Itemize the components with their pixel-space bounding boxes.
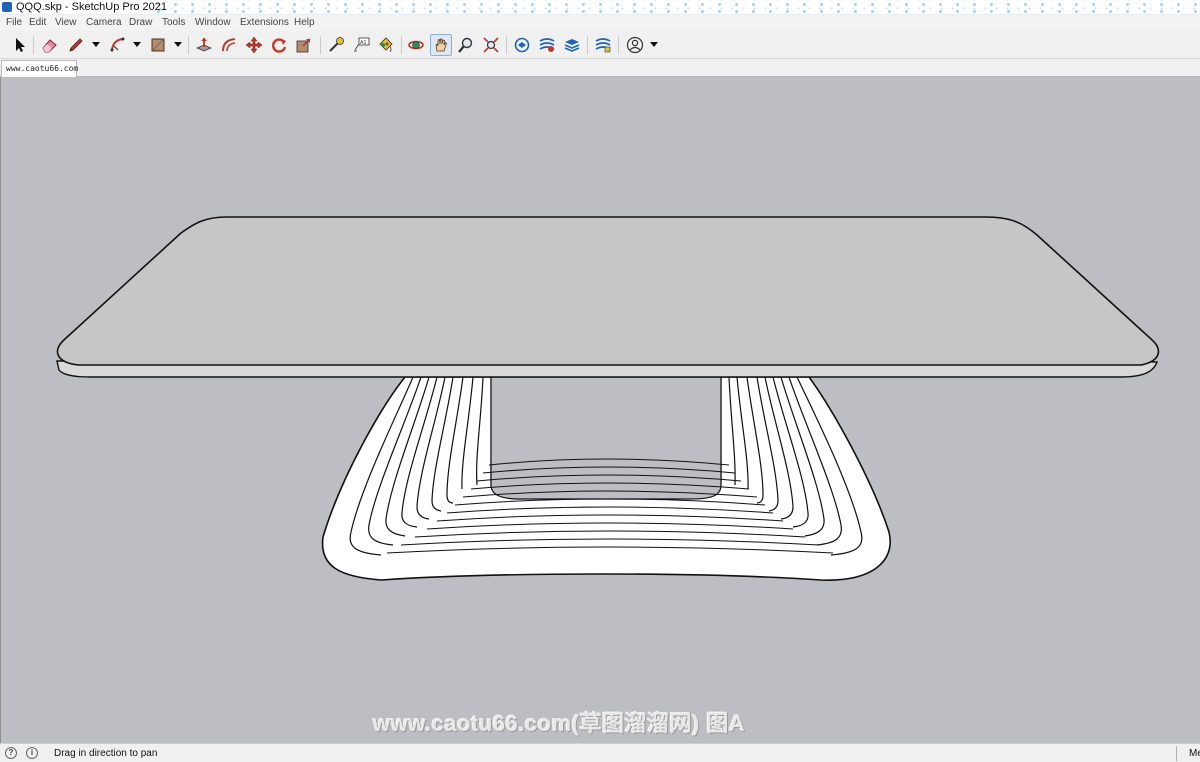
zoom-extents-tool-button[interactable] <box>480 34 502 56</box>
extension-warehouse-tool-button[interactable] <box>536 34 558 56</box>
text-tool-button[interactable]: A1 <box>350 34 372 56</box>
extension-manager-tool-button[interactable] <box>592 34 614 56</box>
shape-tool-dropdown[interactable] <box>174 42 182 47</box>
rotate-tool-button[interactable] <box>268 34 290 56</box>
arrow-cursor-icon <box>16 38 25 52</box>
extension-warehouse-icon <box>539 38 555 52</box>
modeling-viewport[interactable]: www.caotu66.com(草图溜溜网) 图A <box>0 77 1200 743</box>
menu-tools[interactable]: Tools <box>162 17 185 29</box>
title-bar: QQQ.skp - SketchUp Pro 2021 <box>0 0 1200 15</box>
zoom-tool-button[interactable] <box>455 34 477 56</box>
paint-bucket-tool-button[interactable] <box>374 34 396 56</box>
toolbar-separator <box>506 36 507 54</box>
measurements-label: Me <box>1189 748 1200 759</box>
menu-extensions[interactable]: Extensions <box>240 17 289 29</box>
select-tool-button[interactable] <box>8 34 30 56</box>
tabletop <box>56 216 1160 378</box>
table-base <box>321 376 891 581</box>
line-tool-dropdown[interactable] <box>92 42 100 47</box>
user-account-icon <box>626 36 644 54</box>
table-model <box>56 216 1160 581</box>
extension-manager-icon <box>595 38 611 53</box>
arc-icon <box>110 37 125 52</box>
menu-camera[interactable]: Camera <box>86 17 122 29</box>
shape-tool-button[interactable] <box>147 34 169 56</box>
toolbar-separator <box>33 36 34 54</box>
arc-tool-button[interactable] <box>107 34 129 56</box>
menu-edit[interactable]: Edit <box>29 17 46 29</box>
hand-icon <box>435 38 447 52</box>
main-toolbar: A1 <box>0 31 1200 59</box>
scene-tab[interactable]: www.caotu66.com <box>1 60 78 77</box>
offset-icon <box>222 38 236 52</box>
offset-tool-button[interactable] <box>218 34 240 56</box>
push-pull-tool-button[interactable] <box>193 34 215 56</box>
info-status-icon[interactable]: i <box>26 747 38 759</box>
title-bar-decoration <box>150 0 1200 14</box>
status-bar: ? i Drag in direction to pan Me <box>0 743 1200 762</box>
menu-view[interactable]: View <box>55 17 77 29</box>
account-tool-button[interactable] <box>624 34 646 56</box>
move-arrows-icon <box>245 36 263 54</box>
svg-text:A1: A1 <box>360 40 367 46</box>
layout-stack-icon <box>564 39 580 52</box>
toolbar-separator <box>587 36 588 54</box>
move-tool-button[interactable] <box>243 34 265 56</box>
tape-measure-tool-button[interactable] <box>325 34 347 56</box>
toolbar-separator <box>188 36 189 54</box>
push-pull-icon <box>195 38 213 52</box>
warehouse-icon <box>514 37 530 53</box>
orbit-tool-button[interactable] <box>405 34 427 56</box>
3d-warehouse-tool-button[interactable] <box>511 34 533 56</box>
menu-file[interactable]: File <box>6 17 22 29</box>
paint-bucket-icon <box>379 37 393 53</box>
help-status-icon[interactable]: ? <box>5 747 17 759</box>
tape-measure-icon <box>329 37 344 52</box>
status-hint: Drag in direction to pan <box>54 748 158 759</box>
menu-draw[interactable]: Draw <box>129 17 152 29</box>
text-label-icon: A1 <box>354 37 370 52</box>
scale-tool-button[interactable] <box>293 34 315 56</box>
account-dropdown[interactable] <box>650 42 658 47</box>
arc-tool-dropdown[interactable] <box>133 42 141 47</box>
toolbar-separator <box>320 36 321 54</box>
watermark-text: www.caotu66.com(草图溜溜网) 图A <box>373 711 746 736</box>
rotate-icon <box>272 38 287 53</box>
rectangle-icon <box>151 38 165 52</box>
layout-tool-button[interactable] <box>561 34 583 56</box>
zoom-extents-icon <box>483 37 499 53</box>
menu-bar: File Edit View Camera Draw Tools Window … <box>0 15 1200 31</box>
scene-tab-strip: www.caotu66.com <box>0 59 1200 77</box>
pencil-icon <box>69 38 83 52</box>
toolbar-separator <box>401 36 402 54</box>
line-tool-button[interactable] <box>65 34 87 56</box>
magnifier-icon <box>458 37 473 53</box>
orbit-icon <box>408 40 424 50</box>
toolbar-separator <box>618 36 619 54</box>
menu-help[interactable]: Help <box>294 17 315 29</box>
menu-window[interactable]: Window <box>195 17 231 29</box>
eraser-tool-button[interactable] <box>38 34 60 56</box>
scale-icon <box>296 38 311 53</box>
sketchup-app-icon <box>2 2 12 12</box>
pan-tool-button[interactable] <box>430 34 452 56</box>
window-title: QQQ.skp - SketchUp Pro 2021 <box>16 1 168 13</box>
eraser-icon <box>42 39 57 53</box>
status-divider <box>1176 746 1177 761</box>
